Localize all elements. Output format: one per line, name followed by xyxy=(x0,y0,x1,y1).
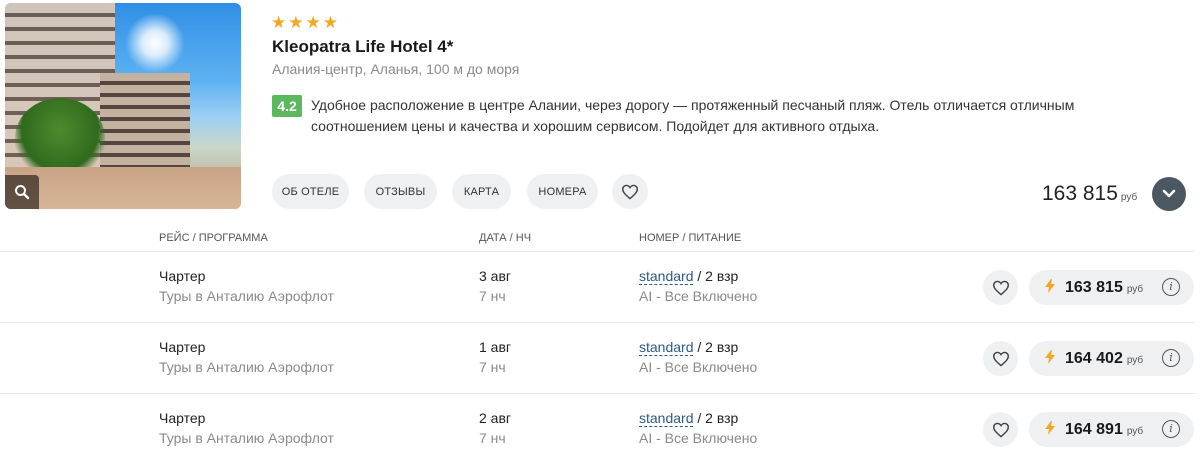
room-occupancy: / 2 взр xyxy=(693,410,739,426)
room-type-link[interactable]: standard xyxy=(639,339,694,356)
meal-plan: AI - Все Включено xyxy=(639,430,758,446)
chevron-down-icon xyxy=(1162,189,1176,198)
min-price: 163 815 руб xyxy=(1042,182,1137,206)
photo-ground xyxy=(5,167,241,209)
heart-icon xyxy=(621,184,639,200)
departure-date: 2 авг xyxy=(479,410,512,426)
tab-map[interactable]: Карта xyxy=(452,174,511,209)
tour-operator: Туры в Анталию Аэрофлот xyxy=(159,359,334,375)
info-icon[interactable]: i xyxy=(1162,420,1180,438)
departure-date: 3 авг xyxy=(479,268,512,284)
hotel-location: Алания-центр, Аланья, 100 м до моря xyxy=(272,61,520,77)
price-button[interactable]: 164 891 руб i xyxy=(1029,412,1194,447)
tour-row[interactable]: Чартер Туры в Анталию Аэрофлот 2 авг 7 н… xyxy=(0,394,1200,454)
room-info: standard / 2 взр xyxy=(639,410,739,427)
column-header-date: Дата / нч xyxy=(479,232,532,244)
info-icon[interactable]: i xyxy=(1162,278,1180,296)
departure-date: 1 авг xyxy=(479,339,512,355)
program-title: Чартер xyxy=(159,410,206,426)
star-icon: ★ xyxy=(271,13,287,32)
tab-reviews[interactable]: Отзывы xyxy=(364,174,437,209)
hotel-stars: ★ ★ ★ ★ xyxy=(271,14,338,32)
column-header-room: Номер / питание xyxy=(639,232,742,244)
price-amount: 164 402 xyxy=(1065,349,1123,367)
column-header-flight: Рейс / программа xyxy=(159,232,268,244)
star-icon: ★ xyxy=(322,13,338,32)
star-icon: ★ xyxy=(288,13,304,32)
photo-zoom-button[interactable] xyxy=(5,175,39,209)
room-occupancy: / 2 взр xyxy=(693,268,739,284)
price-amount: 163 815 xyxy=(1065,278,1123,296)
hotel-photo[interactable] xyxy=(5,3,241,209)
nights-count: 7 нч xyxy=(479,430,506,446)
price-button[interactable]: 163 815 руб i xyxy=(1029,270,1194,305)
program-title: Чартер xyxy=(159,339,206,355)
row-favorite-button[interactable] xyxy=(983,412,1018,447)
price-currency: руб xyxy=(1126,283,1144,295)
nights-count: 7 нч xyxy=(479,359,506,375)
tour-row[interactable]: Чартер Туры в Анталию Аэрофлот 1 авг 7 н… xyxy=(0,323,1200,394)
expand-button[interactable] xyxy=(1152,177,1186,211)
tab-about-hotel[interactable]: Об отеле xyxy=(272,174,349,209)
info-icon[interactable]: i xyxy=(1162,349,1180,367)
tab-rooms[interactable]: Номера xyxy=(527,174,598,209)
tour-operator: Туры в Анталию Аэрофлот xyxy=(159,288,334,304)
min-price-amount: 163 815 xyxy=(1042,182,1118,205)
price-button[interactable]: 164 402 руб i xyxy=(1029,341,1194,376)
program-title: Чартер xyxy=(159,268,206,284)
meal-plan: AI - Все Включено xyxy=(639,288,758,304)
row-favorite-button[interactable] xyxy=(983,341,1018,376)
star-icon: ★ xyxy=(305,13,321,32)
room-info: standard / 2 взр xyxy=(639,339,739,356)
lightning-icon xyxy=(1045,350,1059,367)
heart-icon xyxy=(992,280,1009,296)
hotel-description: Удобное расположение в центре Алании, че… xyxy=(311,97,1075,134)
favorite-button[interactable] xyxy=(612,174,648,209)
heart-icon xyxy=(992,422,1009,438)
hotel-name[interactable]: Kleopatra Life Hotel 4* xyxy=(272,37,453,57)
lightning-icon xyxy=(1045,421,1059,438)
rating-badge: 4.2 xyxy=(272,95,302,117)
search-icon xyxy=(15,185,30,200)
price-amount: 164 891 xyxy=(1065,420,1123,438)
tour-row[interactable]: Чартер Туры в Анталию Аэрофлот 3 авг 7 н… xyxy=(0,252,1200,323)
photo-sun xyxy=(125,13,185,73)
min-price-currency: руб xyxy=(1120,192,1138,203)
lightning-icon xyxy=(1045,279,1059,296)
tour-operator: Туры в Анталию Аэрофлот xyxy=(159,430,334,446)
room-occupancy: / 2 взр xyxy=(693,339,739,355)
heart-icon xyxy=(992,351,1009,367)
room-type-link[interactable]: standard xyxy=(639,410,694,427)
meal-plan: AI - Все Включено xyxy=(639,359,758,375)
price-currency: руб xyxy=(1126,425,1144,437)
room-type-link[interactable]: standard xyxy=(639,268,694,285)
room-info: standard / 2 взр xyxy=(639,268,739,285)
price-currency: руб xyxy=(1126,354,1144,366)
nights-count: 7 нч xyxy=(479,288,506,304)
row-favorite-button[interactable] xyxy=(983,270,1018,305)
photo-palm xyxy=(15,98,105,178)
